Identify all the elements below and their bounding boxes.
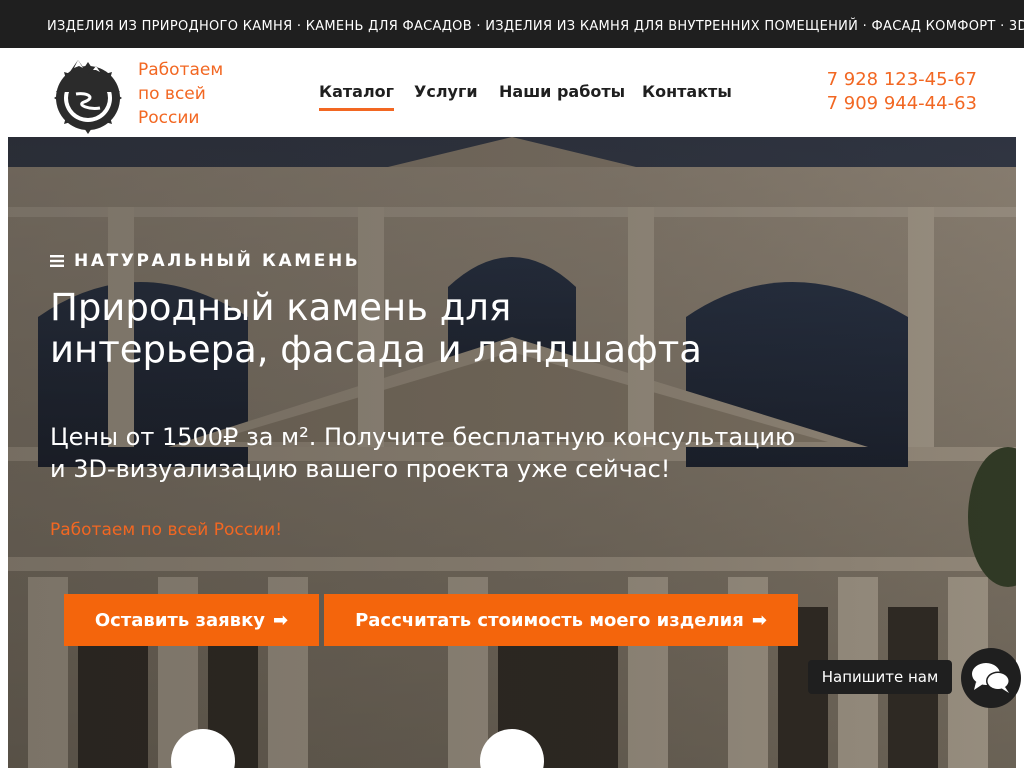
nav-item-catalog[interactable]: Каталог	[319, 82, 395, 111]
top-ticker: ИЗДЕЛИЯ ИЗ ПРИРОДНОГО КАМНЯ · КАМЕНЬ ДЛЯ…	[0, 0, 1024, 48]
hero-note: Работаем по всей России!	[50, 520, 283, 540]
chat-bubbles-icon	[972, 663, 1010, 693]
phone-list: 7 928 123-45-67 7 909 944-44-63	[827, 68, 977, 116]
logo-tagline: Работаем по всей России	[138, 58, 248, 130]
phone-link[interactable]: 7 928 123-45-67	[827, 68, 977, 92]
nav-item-services[interactable]: Услуги	[414, 82, 478, 101]
hero-eyebrow: НАТУРАЛЬНЫЙ КАМЕНЬ	[50, 251, 360, 271]
logo[interactable]	[48, 54, 128, 134]
tagline-line: по всей	[138, 84, 206, 104]
request-button[interactable]: Оставить заявку ➡	[64, 594, 319, 646]
nav-item-our-works[interactable]: Наши работы	[499, 82, 625, 101]
calculate-cost-button-label: Рассчитать стоимость моего изделия	[355, 609, 744, 631]
nav-item-contacts[interactable]: Контакты	[642, 82, 732, 101]
mountain-saw-logo-icon	[54, 60, 122, 134]
calculate-cost-button[interactable]: Рассчитать стоимость моего изделия ➡	[324, 594, 798, 646]
hero-title-line: Природный камень для	[50, 286, 512, 329]
arrow-right-icon: ➡	[273, 609, 289, 631]
hero-subtitle-line: и 3D-визуализацию вашего проекта уже сей…	[50, 455, 671, 483]
list-icon	[50, 255, 64, 267]
arrow-right-icon: ➡	[751, 609, 767, 631]
chat-button[interactable]	[961, 648, 1021, 708]
ticker-text: ИЗДЕЛИЯ ИЗ ПРИРОДНОГО КАМНЯ · КАМЕНЬ ДЛЯ…	[47, 19, 1024, 34]
eyebrow-text: НАТУРАЛЬНЫЙ КАМЕНЬ	[74, 251, 361, 271]
tagline-line: России	[138, 108, 200, 128]
hero-title-line: интерьера, фасада и ландшафта	[50, 328, 702, 371]
chat-label[interactable]: Напишите нам	[808, 660, 952, 694]
hero-subtitle-line: Цены от 1500₽ за м². Получите бесплатную…	[50, 423, 796, 451]
tagline-line: Работаем	[138, 60, 224, 80]
hero-title: Природный камень для интерьера, фасада и…	[50, 287, 930, 371]
hero-subtitle: Цены от 1500₽ за м². Получите бесплатную…	[50, 421, 930, 485]
site-header: Работаем по всей России Каталог Услуги Н…	[0, 48, 1024, 136]
phone-link[interactable]: 7 909 944-44-63	[827, 92, 977, 116]
request-button-label: Оставить заявку	[94, 609, 266, 631]
